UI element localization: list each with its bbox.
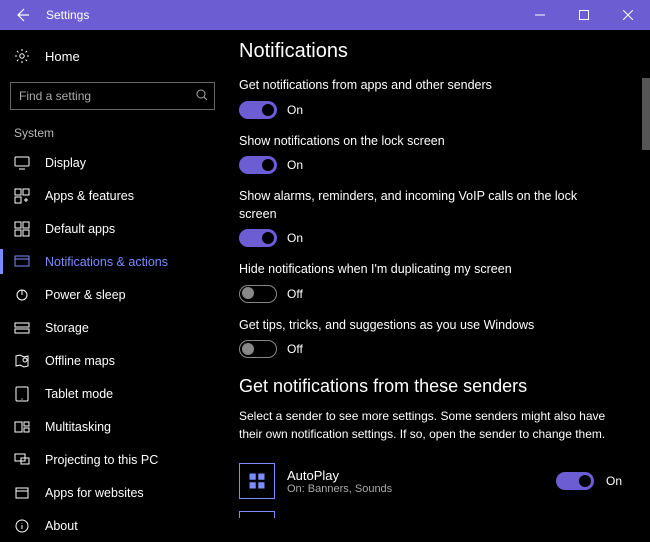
home-button[interactable]: Home: [0, 38, 225, 74]
sidebar-item-multitask[interactable]: Multitasking: [0, 410, 225, 443]
web-icon: [14, 485, 30, 501]
page-title: Notifications: [239, 40, 632, 63]
senders-list: AutoPlayOn: Banners, Sounds On CalendarOn:…: [239, 459, 632, 518]
maximize-button[interactable]: [562, 0, 606, 30]
settings-list: Get notifications from apps and other se…: [239, 77, 632, 358]
setting-block: Get notifications from apps and other se…: [239, 77, 632, 119]
sidebar-item-apps[interactable]: Apps & features: [0, 179, 225, 212]
nav-label: Notifications & actions: [45, 255, 168, 269]
nav-list: Display Apps & features Default apps Notifi…: [0, 146, 225, 542]
nav-label: Apps for websites: [45, 486, 144, 500]
category-label: System: [0, 124, 225, 146]
project-icon: [14, 452, 30, 468]
calendar-icon: [239, 511, 275, 518]
nav-label: Multitasking: [45, 420, 111, 434]
titlebar: Settings: [0, 0, 650, 30]
senders-heading: Get notifications from these senders: [239, 376, 632, 397]
setting-block: Hide notifications when I'm duplicating …: [239, 261, 632, 303]
sidebar-item-maps[interactable]: Offline maps: [0, 344, 225, 377]
sender-texts: AutoPlayOn: Banners, Sounds: [287, 468, 544, 495]
setting-description: Show alarms, reminders, and incoming VoI…: [239, 188, 589, 223]
sidebar-item-power[interactable]: Power & sleep: [0, 278, 225, 311]
toggle-switch[interactable]: [239, 285, 277, 303]
apps-icon: [14, 188, 30, 204]
minimize-icon: [535, 10, 545, 20]
power-icon: [14, 287, 30, 303]
back-arrow-icon: [14, 7, 30, 23]
toggle-state-label: On: [287, 103, 303, 117]
nav-label: Default apps: [45, 222, 115, 236]
setting-block: Get tips, tricks, and suggestions as you…: [239, 317, 632, 359]
setting-description: Hide notifications when I'm duplicating …: [239, 261, 589, 279]
sender-subtitle: On: Banners, Sounds: [287, 483, 544, 495]
sidebar-item-web[interactable]: Apps for websites: [0, 476, 225, 509]
minimize-button[interactable]: [518, 0, 562, 30]
sender-row-calendar[interactable]: CalendarOn: Banners, SoundsOn: [239, 507, 632, 518]
nav-label: Power & sleep: [45, 288, 126, 302]
search-icon: [195, 88, 209, 107]
gear-icon: [14, 48, 30, 64]
nav-label: Offline maps: [45, 354, 115, 368]
toggle-row: On: [239, 101, 632, 119]
scrollbar-thumb[interactable]: [642, 78, 650, 150]
storage-icon: [14, 320, 30, 336]
home-label: Home: [45, 49, 80, 64]
window-controls: [518, 0, 650, 30]
toggle-row: On: [239, 156, 632, 174]
setting-block: Show notifications on the lock screen On: [239, 133, 632, 175]
sidebar-item-notifications[interactable]: Notifications & actions: [0, 245, 225, 278]
sidebar-item-tablet[interactable]: Tablet mode: [0, 377, 225, 410]
nav-label: Apps & features: [45, 189, 134, 203]
defaultapps-icon: [14, 221, 30, 237]
nav-label: Display: [45, 156, 86, 170]
close-icon: [623, 10, 633, 20]
back-button[interactable]: [0, 0, 44, 30]
toggle-state-label: Off: [287, 287, 303, 301]
toggle-row: Off: [239, 340, 632, 358]
toggle-state-label: On: [287, 158, 303, 172]
setting-description: Show notifications on the lock screen: [239, 133, 589, 151]
autoplay-icon: [239, 463, 275, 499]
toggle-row: Off: [239, 285, 632, 303]
sender-toggle-label: On: [606, 474, 632, 488]
maps-icon: [14, 353, 30, 369]
nav-label: Tablet mode: [45, 387, 113, 401]
nav-label: About: [45, 519, 78, 533]
setting-description: Get notifications from apps and other se…: [239, 77, 589, 95]
sidebar-item-storage[interactable]: Storage: [0, 311, 225, 344]
search-container: [10, 82, 215, 110]
toggle-state-label: Off: [287, 342, 303, 356]
toggle-switch[interactable]: [239, 340, 277, 358]
toggle-switch[interactable]: [239, 101, 277, 119]
sender-toggle[interactable]: [556, 472, 594, 490]
sidebar-item-defaultapps[interactable]: Default apps: [0, 212, 225, 245]
setting-block: Show alarms, reminders, and incoming VoI…: [239, 188, 632, 247]
tablet-icon: [14, 386, 30, 402]
multitask-icon: [14, 419, 30, 435]
main-panel: Notifications Get notifications from app…: [225, 30, 650, 518]
sender-row-autoplay[interactable]: AutoPlayOn: Banners, Sounds On: [239, 459, 632, 503]
maximize-icon: [579, 10, 589, 20]
senders-description: Select a sender to see more settings. So…: [239, 407, 609, 443]
notifications-icon: [14, 254, 30, 270]
close-button[interactable]: [606, 0, 650, 30]
sender-name: AutoPlay: [287, 468, 544, 483]
toggle-switch[interactable]: [239, 229, 277, 247]
setting-description: Get tips, tricks, and suggestions as you…: [239, 317, 589, 335]
sidebar-item-about[interactable]: About: [0, 509, 225, 542]
sidebar: Home System Display Apps & features Defaul…: [0, 30, 225, 518]
toggle-state-label: On: [287, 231, 303, 245]
search-input[interactable]: [10, 82, 215, 110]
nav-label: Storage: [45, 321, 89, 335]
toggle-row: On: [239, 229, 632, 247]
sidebar-item-display[interactable]: Display: [0, 146, 225, 179]
display-icon: [14, 155, 30, 171]
toggle-switch[interactable]: [239, 156, 277, 174]
about-icon: [14, 518, 30, 534]
sidebar-item-project[interactable]: Projecting to this PC: [0, 443, 225, 476]
nav-label: Projecting to this PC: [45, 453, 158, 467]
window-title: Settings: [46, 8, 518, 22]
